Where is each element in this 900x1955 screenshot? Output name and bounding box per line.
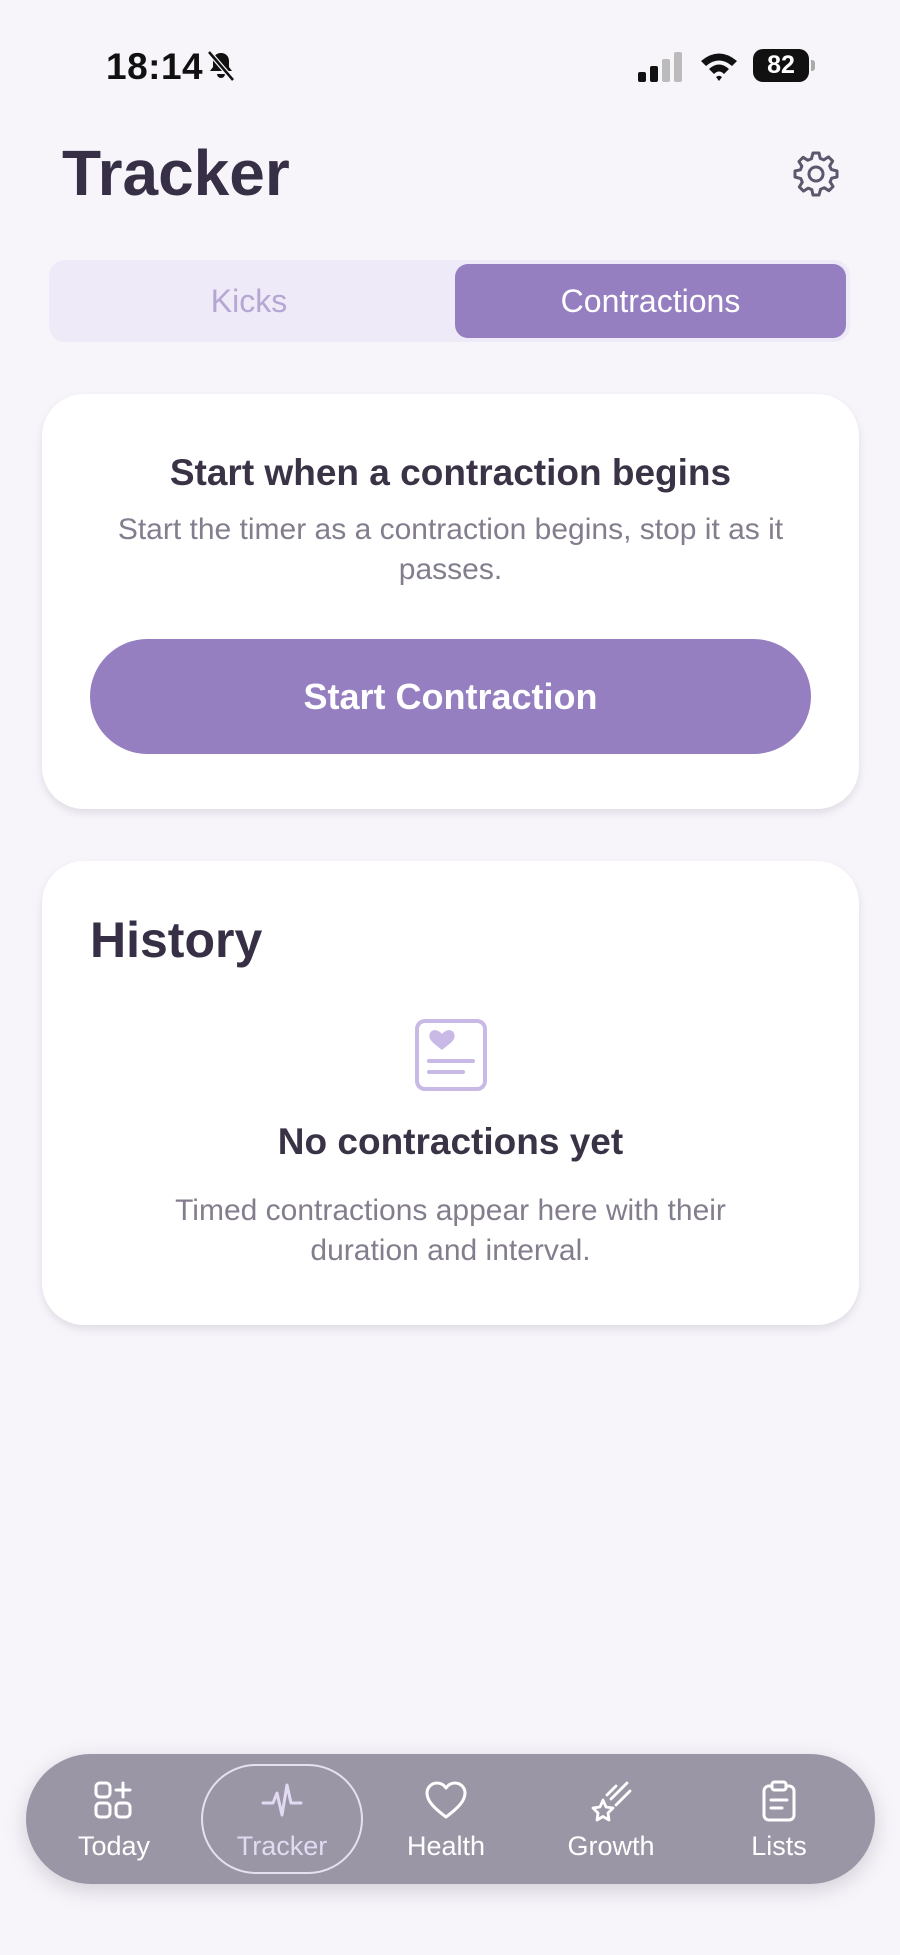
contraction-card-description: Start the timer as a contraction begins,… — [117, 513, 784, 586]
grid-plus-icon — [94, 1781, 132, 1818]
cellular-signal-icon — [638, 52, 682, 82]
tab-growth[interactable]: Growth — [546, 1754, 676, 1884]
history-card: History No contractions yet Timed contra… — [42, 861, 859, 1325]
heart-document-icon — [415, 1019, 487, 1091]
history-title: History — [90, 912, 263, 968]
tab-label-health: Health — [406, 1830, 486, 1861]
tab-selected-indicator — [201, 1764, 363, 1874]
start-contraction-button[interactable]: Start Contraction — [90, 639, 811, 754]
battery-indicator: 82 — [753, 49, 815, 82]
heart-icon — [425, 1781, 467, 1818]
clipboard-icon — [762, 1780, 796, 1821]
contraction-card-title: Start when a contraction begins — [169, 452, 732, 493]
tab-bar: Today Tracker Health Growth Lists — [26, 1754, 875, 1884]
empty-state-description: Timed contractions appear here with thei… — [175, 1194, 726, 1267]
status-time: 18:14 — [106, 46, 204, 87]
tab-today[interactable]: Today — [59, 1754, 169, 1884]
shooting-star-icon — [591, 1781, 632, 1821]
segment-kicks[interactable]: Kicks — [53, 264, 445, 338]
segment-contractions[interactable]: Contractions — [455, 264, 846, 338]
tab-label-lists: Lists — [751, 1830, 807, 1861]
tab-label-growth: Growth — [567, 1830, 655, 1861]
segmented-control: Kicks Contractions — [49, 260, 850, 342]
gear-icon[interactable] — [792, 150, 840, 198]
wifi-icon — [701, 53, 737, 81]
tab-tracker[interactable]: Tracker — [201, 1754, 363, 1884]
tab-health[interactable]: Health — [381, 1754, 511, 1884]
bell-muted-icon — [207, 50, 235, 82]
tab-lists[interactable]: Lists — [724, 1754, 834, 1884]
page-title: Tracker — [62, 137, 290, 209]
contraction-timer-card: Start when a contraction begins Start th… — [42, 394, 859, 809]
battery-level: 82 — [767, 51, 795, 79]
empty-state-title: No contractions yet — [277, 1121, 624, 1162]
tab-label-today: Today — [77, 1830, 151, 1861]
status-bar: 18:14 82 — [0, 0, 900, 110]
